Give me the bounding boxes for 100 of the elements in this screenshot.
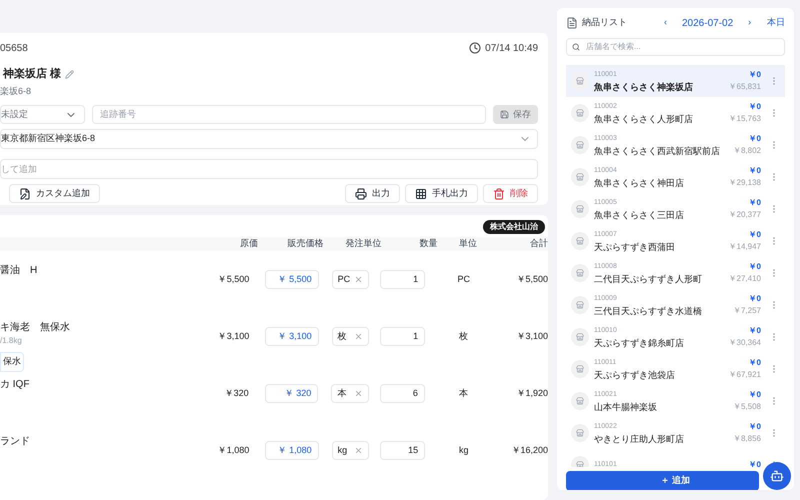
store-total: ￥20,377: [728, 209, 761, 221]
product-name: ランド: [0, 435, 31, 449]
delete-button[interactable]: 削除: [483, 184, 538, 203]
document-icon: [566, 17, 578, 29]
column-header: 原価: [239, 237, 258, 250]
add-item-field[interactable]: して追加: [0, 159, 538, 179]
store-name: やきとり庄助人形町店: [594, 433, 685, 445]
product-name: 醤油 H: [0, 264, 38, 278]
next-date-button[interactable]: ›: [748, 16, 752, 30]
add-button[interactable]: ＋ 追加: [566, 470, 759, 490]
store-icon: [576, 205, 584, 213]
action-button[interactable]: 手札出力: [405, 184, 478, 203]
cost-cell-text: ￥320: [224, 386, 249, 400]
store-amount: ￥0: [748, 197, 761, 209]
store-icon: [576, 237, 584, 245]
store-amount: ￥0: [748, 101, 761, 113]
price-field[interactable]: ￥ 5,500: [265, 270, 319, 289]
quantity-field[interactable]: 1: [380, 327, 426, 346]
column-header: 合計: [529, 237, 548, 250]
clear-icon[interactable]: [354, 275, 364, 284]
store-amount: ￥0: [748, 229, 761, 241]
robot-icon: [770, 469, 784, 483]
quantity-field[interactable]: 6: [380, 384, 425, 403]
store-icon: [576, 109, 584, 117]
store-name: 三代目天ぷらすずき水道橋: [594, 305, 703, 317]
store-total: ￥29,138: [728, 177, 761, 189]
price-field[interactable]: ￥ 3,100: [265, 327, 319, 346]
grid-icon: [415, 188, 427, 200]
action-button[interactable]: 出力: [345, 184, 400, 203]
store-total: ￥8,802: [732, 145, 761, 157]
today-button[interactable]: 本日: [767, 16, 785, 30]
store-total: ￥30,364: [728, 337, 761, 349]
save-icon: [500, 110, 509, 119]
store-icon: [576, 365, 584, 373]
product-spec: /1.8kg: [0, 335, 23, 347]
product-name: キ海老 無保水: [0, 320, 71, 335]
cost-cell-text: ￥5,500: [218, 272, 250, 286]
edit-icon[interactable]: [65, 70, 74, 79]
tracking-field[interactable]: 追跡番号: [92, 105, 486, 124]
store-amount: ￥0: [748, 357, 761, 369]
column-header: 数量: [418, 237, 438, 250]
store-icon: [576, 429, 584, 437]
store-icon: [576, 461, 584, 467]
product-tag: 保水: [0, 352, 24, 372]
price-field[interactable]: ￥ 320: [264, 384, 318, 403]
action-button[interactable]: カスタム追加: [9, 184, 100, 203]
customer-address: 楽坂6-8: [0, 84, 32, 98]
store-total: ￥8,856: [732, 433, 761, 445]
unit-select[interactable]: 枚: [332, 327, 370, 346]
store-icon: [576, 141, 584, 149]
total-cell-text: ￥3,100: [515, 330, 548, 343]
store-amount: ￥0: [748, 293, 761, 305]
unit-cell-text: kg: [458, 444, 470, 457]
store-amount: ￥0: [748, 165, 761, 177]
unit-select[interactable]: kg: [332, 441, 370, 460]
pen-note-icon: [19, 188, 31, 200]
store-icon: [576, 173, 584, 181]
date-label[interactable]: 2026-07-02: [682, 16, 734, 30]
unit-select[interactable]: 本: [331, 384, 369, 403]
store-total: ￥15,763: [728, 113, 761, 125]
store-amount: ￥0: [748, 421, 761, 433]
panel-title: 納品リスト: [582, 16, 627, 30]
store-amount: ￥0: [748, 261, 761, 273]
store-total: ￥27,410: [728, 273, 761, 285]
address-select[interactable]: 東京都新宿区神楽坂6-8: [0, 129, 538, 149]
previous-date-button[interactable]: ‹: [664, 16, 667, 30]
store-name: 魚串さくらさく三田店: [594, 209, 685, 221]
status-select[interactable]: 未設定: [0, 105, 85, 124]
store-name: 魚串さくらさく人形町店: [594, 113, 694, 125]
product-name: カ IQF: [0, 378, 30, 392]
store-icon: [576, 77, 584, 85]
store-amount: ￥0: [748, 325, 761, 337]
store-name: 天ぷらすずき池袋店: [594, 369, 676, 381]
store-name: 魚串さくらさく神田店: [594, 177, 685, 189]
store-name: 二代目天ぷらすずき人形町: [594, 273, 703, 285]
clear-icon[interactable]: [354, 332, 364, 341]
column-header: 単位: [458, 237, 478, 250]
store-amount: ￥0: [748, 133, 761, 145]
total-cell-text: ￥16,200: [510, 444, 548, 457]
store-total: ￥5,508: [732, 401, 761, 413]
total-cell-text: ￥5,500: [515, 272, 548, 286]
unit-cell-text: 本: [458, 386, 469, 400]
quantity-field[interactable]: 15: [380, 441, 426, 460]
store-icon: [576, 269, 584, 277]
trash-icon: [493, 188, 505, 200]
clear-icon[interactable]: [354, 446, 364, 455]
order-time: 07/14 10:49: [485, 42, 538, 56]
price-field[interactable]: ￥ 1,080: [265, 441, 319, 460]
store-amount: ￥0: [748, 389, 761, 401]
unit-select[interactable]: PC: [332, 270, 370, 289]
store-name: 魚串さくらさく神楽坂店: [594, 81, 694, 93]
store-icon: [576, 333, 584, 341]
store-name: 魚串さくらさく西武新宿駅前店: [594, 145, 721, 157]
clear-icon[interactable]: [354, 389, 363, 398]
search-icon: [572, 43, 580, 51]
column-header: 販売価格: [286, 237, 324, 250]
store-name: 天ぷらすずき錦糸町店: [594, 337, 685, 349]
quantity-field[interactable]: 1: [380, 270, 426, 289]
column-header: 発注単位: [346, 237, 383, 250]
supplier-badge: 株式会社山治: [483, 220, 545, 234]
